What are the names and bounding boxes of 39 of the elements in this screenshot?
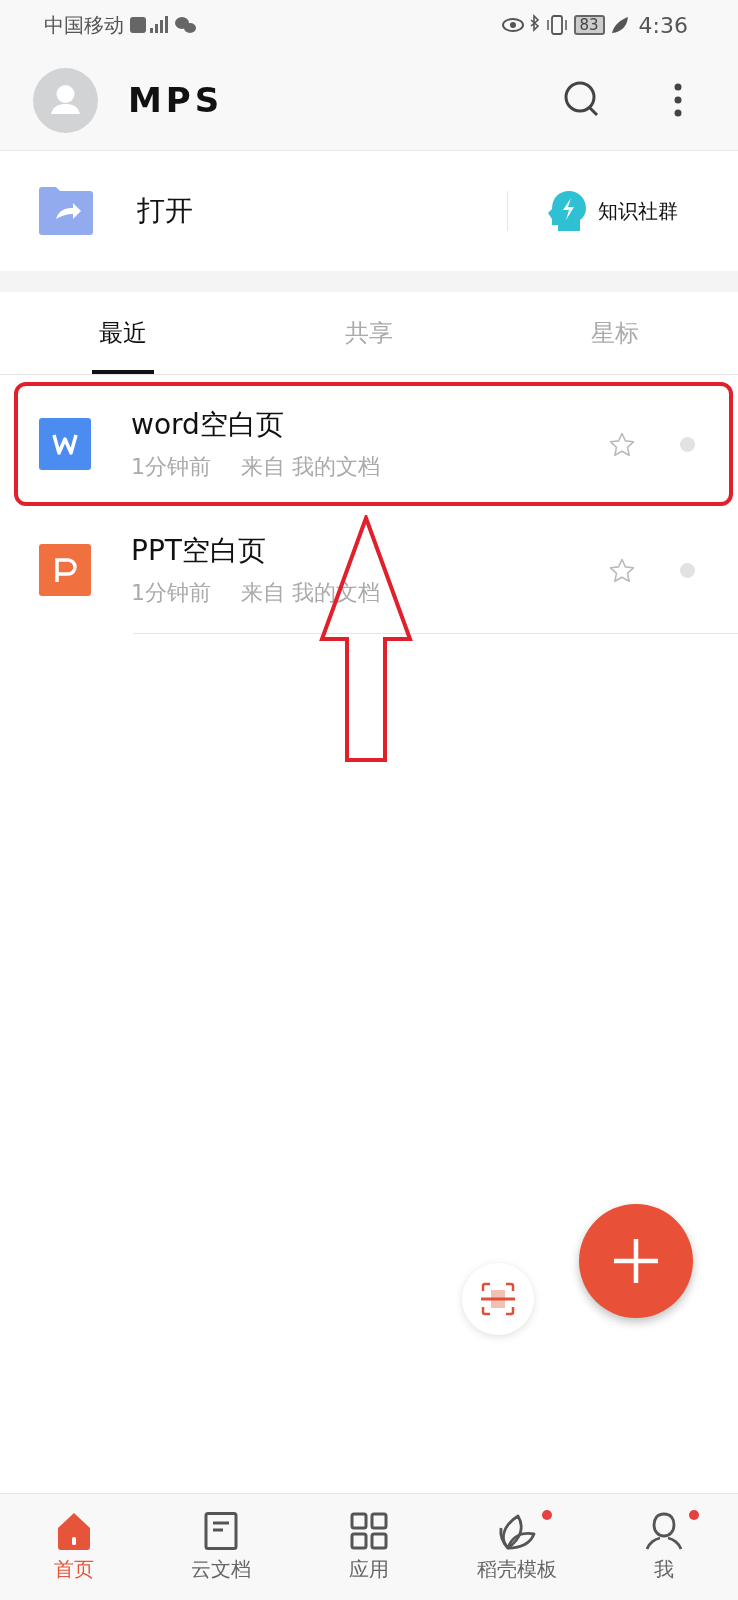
more-dot-icon[interactable] <box>680 436 695 452</box>
folder-icon[interactable] <box>39 187 93 235</box>
eye-icon <box>501 18 524 32</box>
more-dot-icon[interactable] <box>680 562 695 578</box>
head-bolt-icon[interactable] <box>548 191 586 231</box>
home-icon <box>56 1511 91 1550</box>
battery-level: 83 <box>573 15 605 35</box>
add-button[interactable] <box>579 1204 693 1318</box>
nav-tab[interactable]: 应用 <box>295 1494 443 1600</box>
file-name: word空白页 <box>131 407 285 443</box>
file-time: 1分钟前 <box>131 453 211 481</box>
star-icon[interactable] <box>609 431 635 457</box>
app-logo: MPS <box>128 80 224 120</box>
person-icon <box>645 1511 684 1550</box>
grid-icon <box>350 1511 388 1550</box>
menu-icon[interactable] <box>673 82 683 118</box>
clock-time: 4:36 <box>638 12 688 38</box>
nav-tab[interactable]: 稻壳模板 <box>442 1494 591 1600</box>
nav-tab[interactable]: 我 <box>590 1494 738 1600</box>
file-source: 来自 我的文档 <box>241 453 380 481</box>
avatar-icon[interactable] <box>33 67 98 133</box>
scan-icon <box>480 1281 516 1317</box>
plus-icon <box>614 1239 658 1283</box>
vibrate-icon <box>545 15 568 35</box>
highlighted-file-row[interactable]: word空白页 1分钟前 来自 我的文档 <box>14 382 733 506</box>
ppt-file-icon <box>39 544 91 596</box>
leaf-icon <box>610 16 629 34</box>
document-icon <box>204 1511 239 1550</box>
nav-tab[interactable]: 云文档 <box>147 1494 296 1600</box>
file-name: PPT空白页 <box>131 533 267 569</box>
word-file-icon <box>39 418 91 470</box>
community-button[interactable]: 知识社群 <box>598 197 678 225</box>
star-icon[interactable] <box>609 557 635 583</box>
carrier-name: 中国移动 <box>44 11 124 39</box>
nav-tab[interactable]: 首页 <box>0 1494 148 1600</box>
file-time: 1分钟前 <box>131 579 211 607</box>
tab[interactable]: 最近 <box>0 292 246 374</box>
open-button[interactable]: 打开 <box>137 192 193 230</box>
scan-button[interactable] <box>462 1263 534 1335</box>
